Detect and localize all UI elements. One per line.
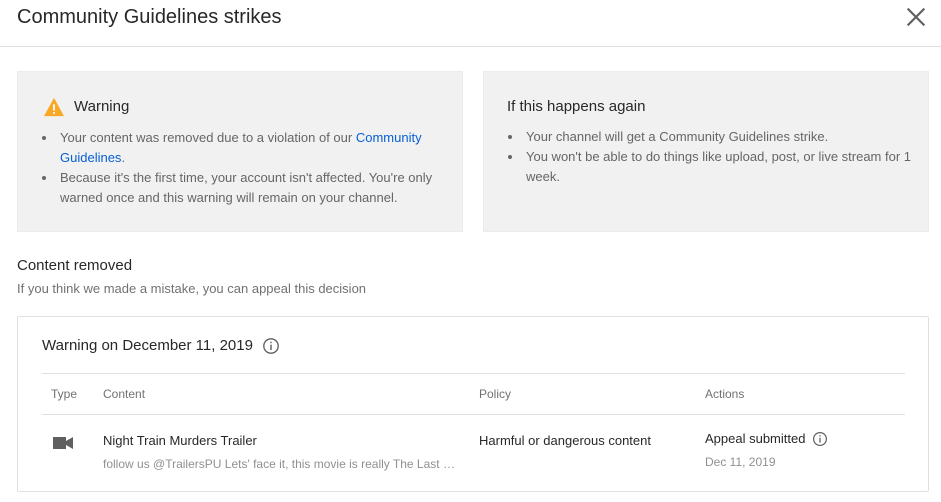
repeat-card: If this happens again Your channel will … <box>483 71 929 232</box>
warning-bullet-list: Your content was removed due to a violat… <box>39 128 439 208</box>
warning-card-title: Warning <box>74 98 130 115</box>
warning-triangle-icon <box>44 97 64 117</box>
list-item: You won't be able to do things like uplo… <box>505 147 915 187</box>
column-header-type: Type <box>51 387 78 401</box>
list-item: Because it's the first time, your accoun… <box>39 168 439 208</box>
close-icon[interactable] <box>903 4 929 30</box>
video-camera-icon <box>53 437 73 449</box>
action-status: Appeal submitted <box>705 431 828 447</box>
appeal-date: Dec 11, 2019 <box>705 455 776 469</box>
strike-panel: Warning on December 11, 2019 Type Conten… <box>17 316 929 492</box>
info-icon[interactable] <box>812 431 828 447</box>
info-icon[interactable] <box>262 337 280 355</box>
table-header: Type Content Policy Actions <box>42 373 905 415</box>
content-removed-title: Content removed <box>17 257 133 274</box>
table-row: Night Train Murders Trailer follow us @T… <box>42 415 905 485</box>
dialog-header: Community Guidelines strikes <box>0 0 941 47</box>
appeal-status-text: Appeal submitted <box>705 431 806 446</box>
content-removed-subtitle: If you think we made a mistake, you can … <box>17 281 367 296</box>
list-item: Your content was removed due to a violat… <box>39 128 439 168</box>
column-header-policy: Policy <box>479 387 512 401</box>
repeat-bullet-list: Your channel will get a Community Guidel… <box>505 127 915 187</box>
column-header-actions: Actions <box>705 387 745 401</box>
content-description: follow us @TrailersPU Lets' face it, thi… <box>103 457 463 471</box>
repeat-card-header: If this happens again <box>507 97 645 117</box>
repeat-card-title: If this happens again <box>507 98 646 115</box>
content-title: Night Train Murders Trailer <box>103 433 257 448</box>
column-header-content: Content <box>103 387 146 401</box>
list-item: Your channel will get a Community Guidel… <box>505 127 915 147</box>
warning-card: Warning Your content was removed due to … <box>17 71 463 232</box>
strike-panel-header: Warning on December 11, 2019 <box>42 336 280 356</box>
dialog-title: Community Guidelines strikes <box>17 6 282 28</box>
strike-panel-title: Warning on December 11, 2019 <box>42 337 253 354</box>
policy-text: Harmful or dangerous content <box>479 433 651 448</box>
warning-card-header: Warning <box>41 97 129 117</box>
